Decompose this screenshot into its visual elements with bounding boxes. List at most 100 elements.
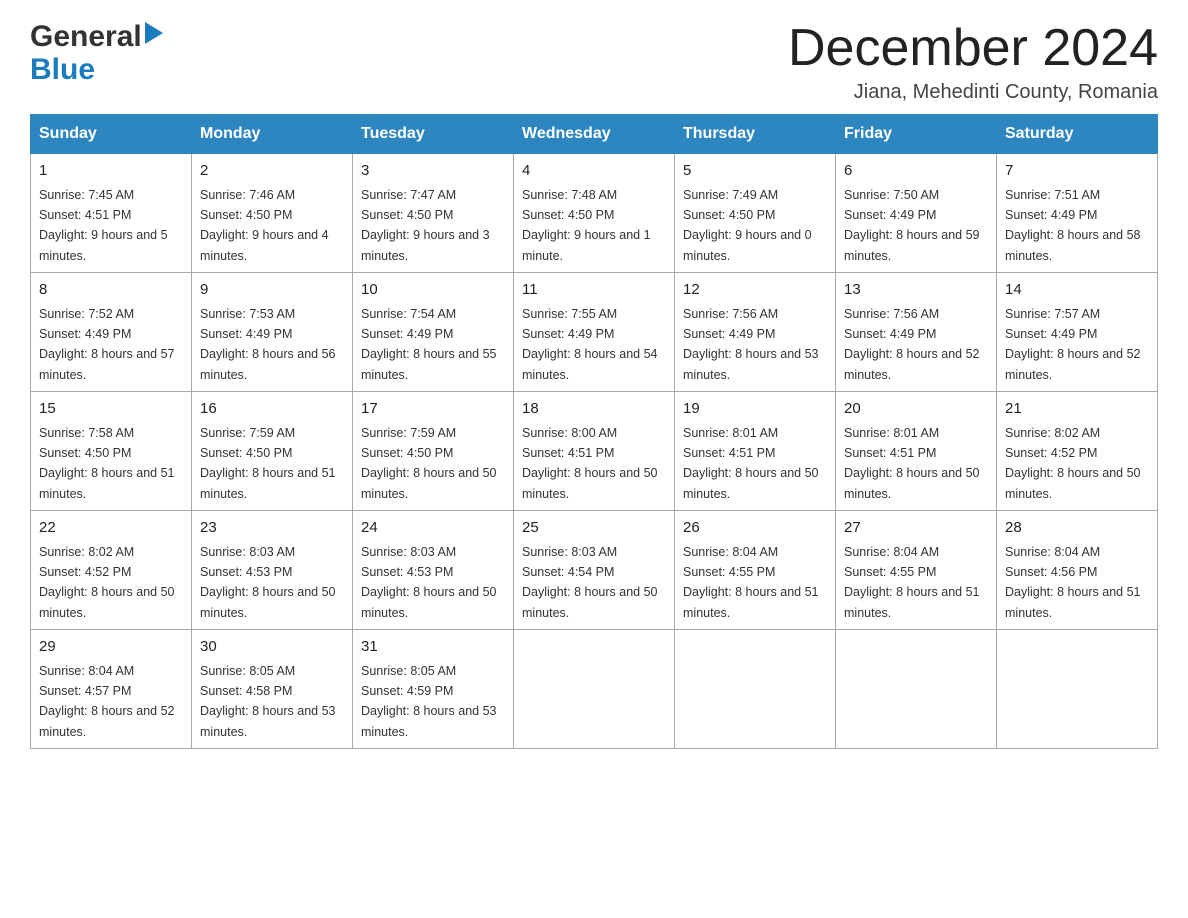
col-thursday: Thursday bbox=[675, 115, 836, 154]
table-row: 11 Sunrise: 7:55 AMSunset: 4:49 PMDaylig… bbox=[514, 273, 675, 392]
day-info: Sunrise: 7:47 AMSunset: 4:50 PMDaylight:… bbox=[361, 188, 490, 263]
day-info: Sunrise: 8:00 AMSunset: 4:51 PMDaylight:… bbox=[522, 426, 658, 501]
day-number: 1 bbox=[39, 160, 183, 183]
day-number: 18 bbox=[522, 398, 666, 421]
day-info: Sunrise: 7:54 AMSunset: 4:49 PMDaylight:… bbox=[361, 307, 497, 382]
table-row: 13 Sunrise: 7:56 AMSunset: 4:49 PMDaylig… bbox=[836, 273, 997, 392]
day-info: Sunrise: 7:56 AMSunset: 4:49 PMDaylight:… bbox=[683, 307, 819, 382]
page-header: General Blue December 2024 Jiana, Mehedi… bbox=[30, 20, 1158, 104]
calendar-week-4: 22 Sunrise: 8:02 AMSunset: 4:52 PMDaylig… bbox=[31, 511, 1158, 630]
table-row: 7 Sunrise: 7:51 AMSunset: 4:49 PMDayligh… bbox=[997, 154, 1158, 273]
day-number: 17 bbox=[361, 398, 505, 421]
day-number: 5 bbox=[683, 160, 827, 183]
day-number: 2 bbox=[200, 160, 344, 183]
table-row: 10 Sunrise: 7:54 AMSunset: 4:49 PMDaylig… bbox=[353, 273, 514, 392]
day-number: 21 bbox=[1005, 398, 1149, 421]
table-row: 25 Sunrise: 8:03 AMSunset: 4:54 PMDaylig… bbox=[514, 511, 675, 630]
logo: General Blue bbox=[30, 20, 163, 86]
table-row: 22 Sunrise: 8:02 AMSunset: 4:52 PMDaylig… bbox=[31, 511, 192, 630]
day-number: 29 bbox=[39, 636, 183, 659]
table-row: 17 Sunrise: 7:59 AMSunset: 4:50 PMDaylig… bbox=[353, 392, 514, 511]
day-info: Sunrise: 7:55 AMSunset: 4:49 PMDaylight:… bbox=[522, 307, 658, 382]
table-row: 26 Sunrise: 8:04 AMSunset: 4:55 PMDaylig… bbox=[675, 511, 836, 630]
day-info: Sunrise: 8:05 AMSunset: 4:59 PMDaylight:… bbox=[361, 664, 497, 739]
day-info: Sunrise: 8:03 AMSunset: 4:53 PMDaylight:… bbox=[361, 545, 497, 620]
table-row bbox=[514, 630, 675, 749]
calendar-week-5: 29 Sunrise: 8:04 AMSunset: 4:57 PMDaylig… bbox=[31, 630, 1158, 749]
col-saturday: Saturday bbox=[997, 115, 1158, 154]
day-number: 25 bbox=[522, 517, 666, 540]
day-number: 7 bbox=[1005, 160, 1149, 183]
day-number: 3 bbox=[361, 160, 505, 183]
day-info: Sunrise: 7:52 AMSunset: 4:49 PMDaylight:… bbox=[39, 307, 175, 382]
day-number: 6 bbox=[844, 160, 988, 183]
month-title: December 2024 bbox=[788, 20, 1158, 77]
day-info: Sunrise: 7:56 AMSunset: 4:49 PMDaylight:… bbox=[844, 307, 980, 382]
day-info: Sunrise: 7:59 AMSunset: 4:50 PMDaylight:… bbox=[200, 426, 336, 501]
day-number: 28 bbox=[1005, 517, 1149, 540]
table-row bbox=[836, 630, 997, 749]
day-info: Sunrise: 8:02 AMSunset: 4:52 PMDaylight:… bbox=[39, 545, 175, 620]
day-info: Sunrise: 8:03 AMSunset: 4:54 PMDaylight:… bbox=[522, 545, 658, 620]
day-number: 20 bbox=[844, 398, 988, 421]
day-info: Sunrise: 8:05 AMSunset: 4:58 PMDaylight:… bbox=[200, 664, 336, 739]
day-number: 11 bbox=[522, 279, 666, 302]
day-number: 4 bbox=[522, 160, 666, 183]
day-info: Sunrise: 7:46 AMSunset: 4:50 PMDaylight:… bbox=[200, 188, 329, 263]
day-info: Sunrise: 7:50 AMSunset: 4:49 PMDaylight:… bbox=[844, 188, 980, 263]
table-row bbox=[675, 630, 836, 749]
day-number: 14 bbox=[1005, 279, 1149, 302]
day-info: Sunrise: 8:04 AMSunset: 4:55 PMDaylight:… bbox=[844, 545, 980, 620]
logo-line2: Blue bbox=[30, 53, 163, 86]
table-row: 21 Sunrise: 8:02 AMSunset: 4:52 PMDaylig… bbox=[997, 392, 1158, 511]
table-row: 1 Sunrise: 7:45 AMSunset: 4:51 PMDayligh… bbox=[31, 154, 192, 273]
day-info: Sunrise: 8:02 AMSunset: 4:52 PMDaylight:… bbox=[1005, 426, 1141, 501]
table-row: 23 Sunrise: 8:03 AMSunset: 4:53 PMDaylig… bbox=[192, 511, 353, 630]
day-info: Sunrise: 8:04 AMSunset: 4:56 PMDaylight:… bbox=[1005, 545, 1141, 620]
day-info: Sunrise: 7:58 AMSunset: 4:50 PMDaylight:… bbox=[39, 426, 175, 501]
day-info: Sunrise: 7:45 AMSunset: 4:51 PMDaylight:… bbox=[39, 188, 168, 263]
table-row: 12 Sunrise: 7:56 AMSunset: 4:49 PMDaylig… bbox=[675, 273, 836, 392]
day-number: 30 bbox=[200, 636, 344, 659]
col-sunday: Sunday bbox=[31, 115, 192, 154]
table-row: 18 Sunrise: 8:00 AMSunset: 4:51 PMDaylig… bbox=[514, 392, 675, 511]
col-friday: Friday bbox=[836, 115, 997, 154]
logo-line1: General bbox=[30, 20, 163, 53]
day-number: 16 bbox=[200, 398, 344, 421]
calendar-week-3: 15 Sunrise: 7:58 AMSunset: 4:50 PMDaylig… bbox=[31, 392, 1158, 511]
day-number: 15 bbox=[39, 398, 183, 421]
calendar-week-2: 8 Sunrise: 7:52 AMSunset: 4:49 PMDayligh… bbox=[31, 273, 1158, 392]
table-row: 3 Sunrise: 7:47 AMSunset: 4:50 PMDayligh… bbox=[353, 154, 514, 273]
day-number: 8 bbox=[39, 279, 183, 302]
table-row: 4 Sunrise: 7:48 AMSunset: 4:50 PMDayligh… bbox=[514, 154, 675, 273]
table-row: 5 Sunrise: 7:49 AMSunset: 4:50 PMDayligh… bbox=[675, 154, 836, 273]
day-number: 26 bbox=[683, 517, 827, 540]
day-number: 13 bbox=[844, 279, 988, 302]
col-tuesday: Tuesday bbox=[353, 115, 514, 154]
table-row: 14 Sunrise: 7:57 AMSunset: 4:49 PMDaylig… bbox=[997, 273, 1158, 392]
table-row: 16 Sunrise: 7:59 AMSunset: 4:50 PMDaylig… bbox=[192, 392, 353, 511]
location: Jiana, Mehedinti County, Romania bbox=[788, 81, 1158, 104]
day-info: Sunrise: 8:01 AMSunset: 4:51 PMDaylight:… bbox=[683, 426, 819, 501]
day-info: Sunrise: 8:03 AMSunset: 4:53 PMDaylight:… bbox=[200, 545, 336, 620]
day-info: Sunrise: 7:59 AMSunset: 4:50 PMDaylight:… bbox=[361, 426, 497, 501]
table-row: 20 Sunrise: 8:01 AMSunset: 4:51 PMDaylig… bbox=[836, 392, 997, 511]
calendar-week-1: 1 Sunrise: 7:45 AMSunset: 4:51 PMDayligh… bbox=[31, 154, 1158, 273]
logo-triangle-icon bbox=[145, 22, 163, 49]
table-row: 19 Sunrise: 8:01 AMSunset: 4:51 PMDaylig… bbox=[675, 392, 836, 511]
table-row: 2 Sunrise: 7:46 AMSunset: 4:50 PMDayligh… bbox=[192, 154, 353, 273]
day-info: Sunrise: 7:53 AMSunset: 4:49 PMDaylight:… bbox=[200, 307, 336, 382]
logo-general-text: General bbox=[30, 20, 142, 53]
day-info: Sunrise: 8:04 AMSunset: 4:57 PMDaylight:… bbox=[39, 664, 175, 739]
day-number: 24 bbox=[361, 517, 505, 540]
logo-blue-text: Blue bbox=[30, 53, 95, 86]
day-info: Sunrise: 7:57 AMSunset: 4:49 PMDaylight:… bbox=[1005, 307, 1141, 382]
day-info: Sunrise: 7:49 AMSunset: 4:50 PMDaylight:… bbox=[683, 188, 812, 263]
table-row: 6 Sunrise: 7:50 AMSunset: 4:49 PMDayligh… bbox=[836, 154, 997, 273]
day-number: 23 bbox=[200, 517, 344, 540]
day-number: 9 bbox=[200, 279, 344, 302]
day-number: 22 bbox=[39, 517, 183, 540]
calendar-table: Sunday Monday Tuesday Wednesday Thursday… bbox=[30, 114, 1158, 749]
col-wednesday: Wednesday bbox=[514, 115, 675, 154]
day-number: 27 bbox=[844, 517, 988, 540]
